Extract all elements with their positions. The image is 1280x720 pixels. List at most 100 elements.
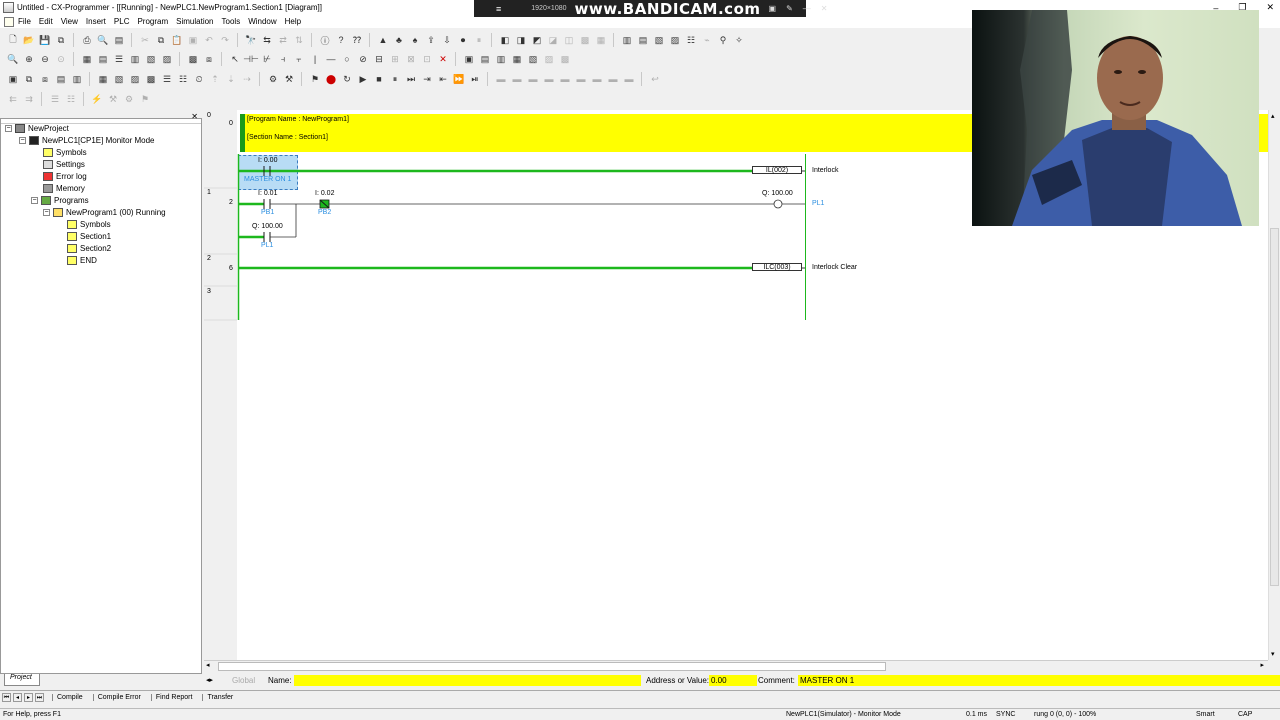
tree-node-error-log[interactable]: Error log [43, 170, 87, 182]
menu-file[interactable]: File [18, 17, 31, 26]
fb-d-icon[interactable]: ☷ [64, 92, 78, 106]
transfer-to-plc-icon[interactable]: ⇪ [424, 33, 438, 47]
close-button[interactable]: ✕ [1266, 2, 1274, 13]
print-preview-icon[interactable]: 🔍 [96, 33, 110, 47]
next-tab-icon[interactable]: ▸ [24, 692, 33, 702]
menu-window[interactable]: Window [248, 17, 276, 26]
compile-all-icon[interactable]: ⚒ [282, 72, 296, 86]
view-g-icon[interactable]: ▩ [558, 52, 572, 66]
sim-fast-forward-icon[interactable]: ⏩ [452, 72, 466, 86]
sim-io-h-icon[interactable]: ▬ [606, 72, 620, 86]
transfer-from-plc-icon[interactable]: ⇩ [440, 33, 454, 47]
properties-view-icon[interactable]: ▩ [186, 52, 200, 66]
tree-node-programs[interactable]: − Programs [31, 194, 89, 206]
timer-icon[interactable]: ⏲ [192, 72, 206, 86]
horizontal-line-icon[interactable]: — [324, 52, 338, 66]
show-comments-icon[interactable]: ▤ [96, 52, 110, 66]
menu-plc[interactable]: PLC [114, 17, 130, 26]
select-mode-icon[interactable]: ↖ [228, 52, 242, 66]
zoom-fit-icon[interactable]: ⊙ [54, 52, 68, 66]
show-symbols-icon[interactable]: ▥ [128, 52, 142, 66]
recorder-menu-icon[interactable]: ≡ [496, 4, 501, 14]
simulator-icon[interactable]: ⌁ [700, 33, 714, 47]
fb-g-icon[interactable]: ⚙ [122, 92, 136, 106]
collapse-icon[interactable]: − [31, 196, 38, 204]
tree-node-plc[interactable]: − NewPLC1[CP1E] Monitor Mode [19, 134, 155, 146]
new-contact-icon[interactable]: ⊣⊢ [243, 52, 259, 66]
replace-icon[interactable]: ⇆ [260, 33, 274, 47]
force-on-icon[interactable]: ◪ [546, 33, 560, 47]
sim-pause-icon[interactable]: ⏸ [388, 72, 402, 86]
scroll-right-icon[interactable]: ▸ [1260, 661, 1264, 669]
collapse-icon[interactable]: − [43, 208, 50, 216]
view-c-icon[interactable]: ▥ [494, 52, 508, 66]
fb-b-icon[interactable]: ⇉ [22, 92, 36, 106]
grid-icon[interactable]: ▦ [80, 52, 94, 66]
view-d-icon[interactable]: ▦ [510, 52, 524, 66]
window-f-icon[interactable]: ▦ [96, 72, 110, 86]
zoom-in-icon[interactable]: ⊕ [22, 52, 36, 66]
menu-view[interactable]: View [61, 17, 78, 26]
ladder-view-icon[interactable]: ▨ [160, 52, 174, 66]
tab-project[interactable]: Project [4, 674, 40, 686]
vertical-scrollbar[interactable]: ▴ ▾ [1268, 110, 1280, 660]
menu-help[interactable]: Help [285, 17, 301, 26]
counter-icon[interactable]: ☷ [176, 72, 190, 86]
window-j-icon[interactable]: ☰ [160, 72, 174, 86]
tab-compile[interactable]: Compile [52, 693, 87, 701]
new-ndu-icon[interactable]: ⊠ [404, 52, 418, 66]
tree-node-project[interactable]: − NewProject [5, 122, 69, 134]
properties-icon[interactable]: ⓘ [318, 33, 332, 47]
zoom-icon[interactable]: 🔍 [6, 52, 20, 66]
sim-step-in-icon[interactable]: ⇥ [420, 72, 434, 86]
new-or-contact-icon[interactable]: ⫞ [276, 52, 290, 66]
recorder-minimize-icon[interactable]: — [803, 4, 811, 13]
collapse-icon[interactable]: − [5, 124, 12, 132]
sim-break-icon[interactable]: ⬤ [324, 72, 338, 86]
sim-step-out-icon[interactable]: ⇤ [436, 72, 450, 86]
delete-icon[interactable]: ▣ [186, 33, 200, 47]
fb-h-icon[interactable]: ⚑ [138, 92, 152, 106]
auto-online-icon[interactable]: ♣ [392, 33, 406, 47]
online-icon[interactable]: ▲ [376, 33, 390, 47]
comment-field[interactable]: MASTER ON 1 [798, 675, 1280, 686]
copy-icon[interactable]: ⧉ [154, 33, 168, 47]
sim-io-a-icon[interactable]: ▬ [494, 72, 508, 86]
fb-e-icon[interactable]: ⚡ [90, 92, 104, 106]
program-mode-icon[interactable]: ⏺ [456, 33, 470, 47]
online-edit-icon[interactable]: ⇡ [208, 72, 222, 86]
view-f-icon[interactable]: ▨ [542, 52, 556, 66]
fb-a-icon[interactable]: ⇇ [6, 92, 20, 106]
redo-icon[interactable]: ↷ [218, 33, 232, 47]
sim-continuous-icon[interactable]: ⏯ [468, 72, 482, 86]
open-icon[interactable]: 📂 [22, 33, 36, 47]
scroll-left-icon[interactable]: ◂ [206, 661, 210, 669]
tree-node-settings[interactable]: Settings [43, 158, 85, 170]
scroll-down-icon[interactable]: ▾ [1271, 650, 1275, 658]
sim-io-d-icon[interactable]: ▬ [542, 72, 556, 86]
find-next-icon[interactable]: ⇄ [276, 33, 290, 47]
new-pdf-icon[interactable]: ⊡ [420, 52, 434, 66]
tree-node-program-symbols[interactable]: Symbols [67, 218, 111, 230]
sim-return-icon[interactable]: ↩ [648, 72, 662, 86]
tree-node-newprogram1[interactable]: − NewProgram1 (00) Running [43, 206, 166, 218]
new-or-closed-contact-icon[interactable]: ⫟ [292, 52, 306, 66]
online-edit-send-icon[interactable]: ⇣ [224, 72, 238, 86]
recorder-screenshot-icon[interactable]: ▣ [769, 4, 777, 13]
connect-icon[interactable]: ⚲ [716, 33, 730, 47]
compile-icon[interactable]: ⚙ [266, 72, 280, 86]
differential-monitor-icon[interactable]: ◨ [514, 33, 528, 47]
address-field[interactable]: 0.00 [709, 675, 757, 686]
last-tab-icon[interactable]: ⏭ [35, 692, 44, 702]
window-h-icon[interactable]: ▨ [128, 72, 142, 86]
force-off-icon[interactable]: ◫ [562, 33, 576, 47]
find-prev-icon[interactable]: ⇅ [292, 33, 306, 47]
io-table-icon[interactable]: ☷ [684, 33, 698, 47]
tree-node-section2[interactable]: Section2 [67, 242, 111, 254]
scroll-thumb[interactable] [1270, 228, 1279, 586]
memory-view-icon[interactable]: ▥ [620, 33, 634, 47]
cut-icon[interactable]: ✂ [138, 33, 152, 47]
mnemonic-view-icon[interactable]: ▧ [144, 52, 158, 66]
scroll-thumb[interactable] [218, 662, 886, 671]
menu-insert[interactable]: Insert [86, 17, 106, 26]
